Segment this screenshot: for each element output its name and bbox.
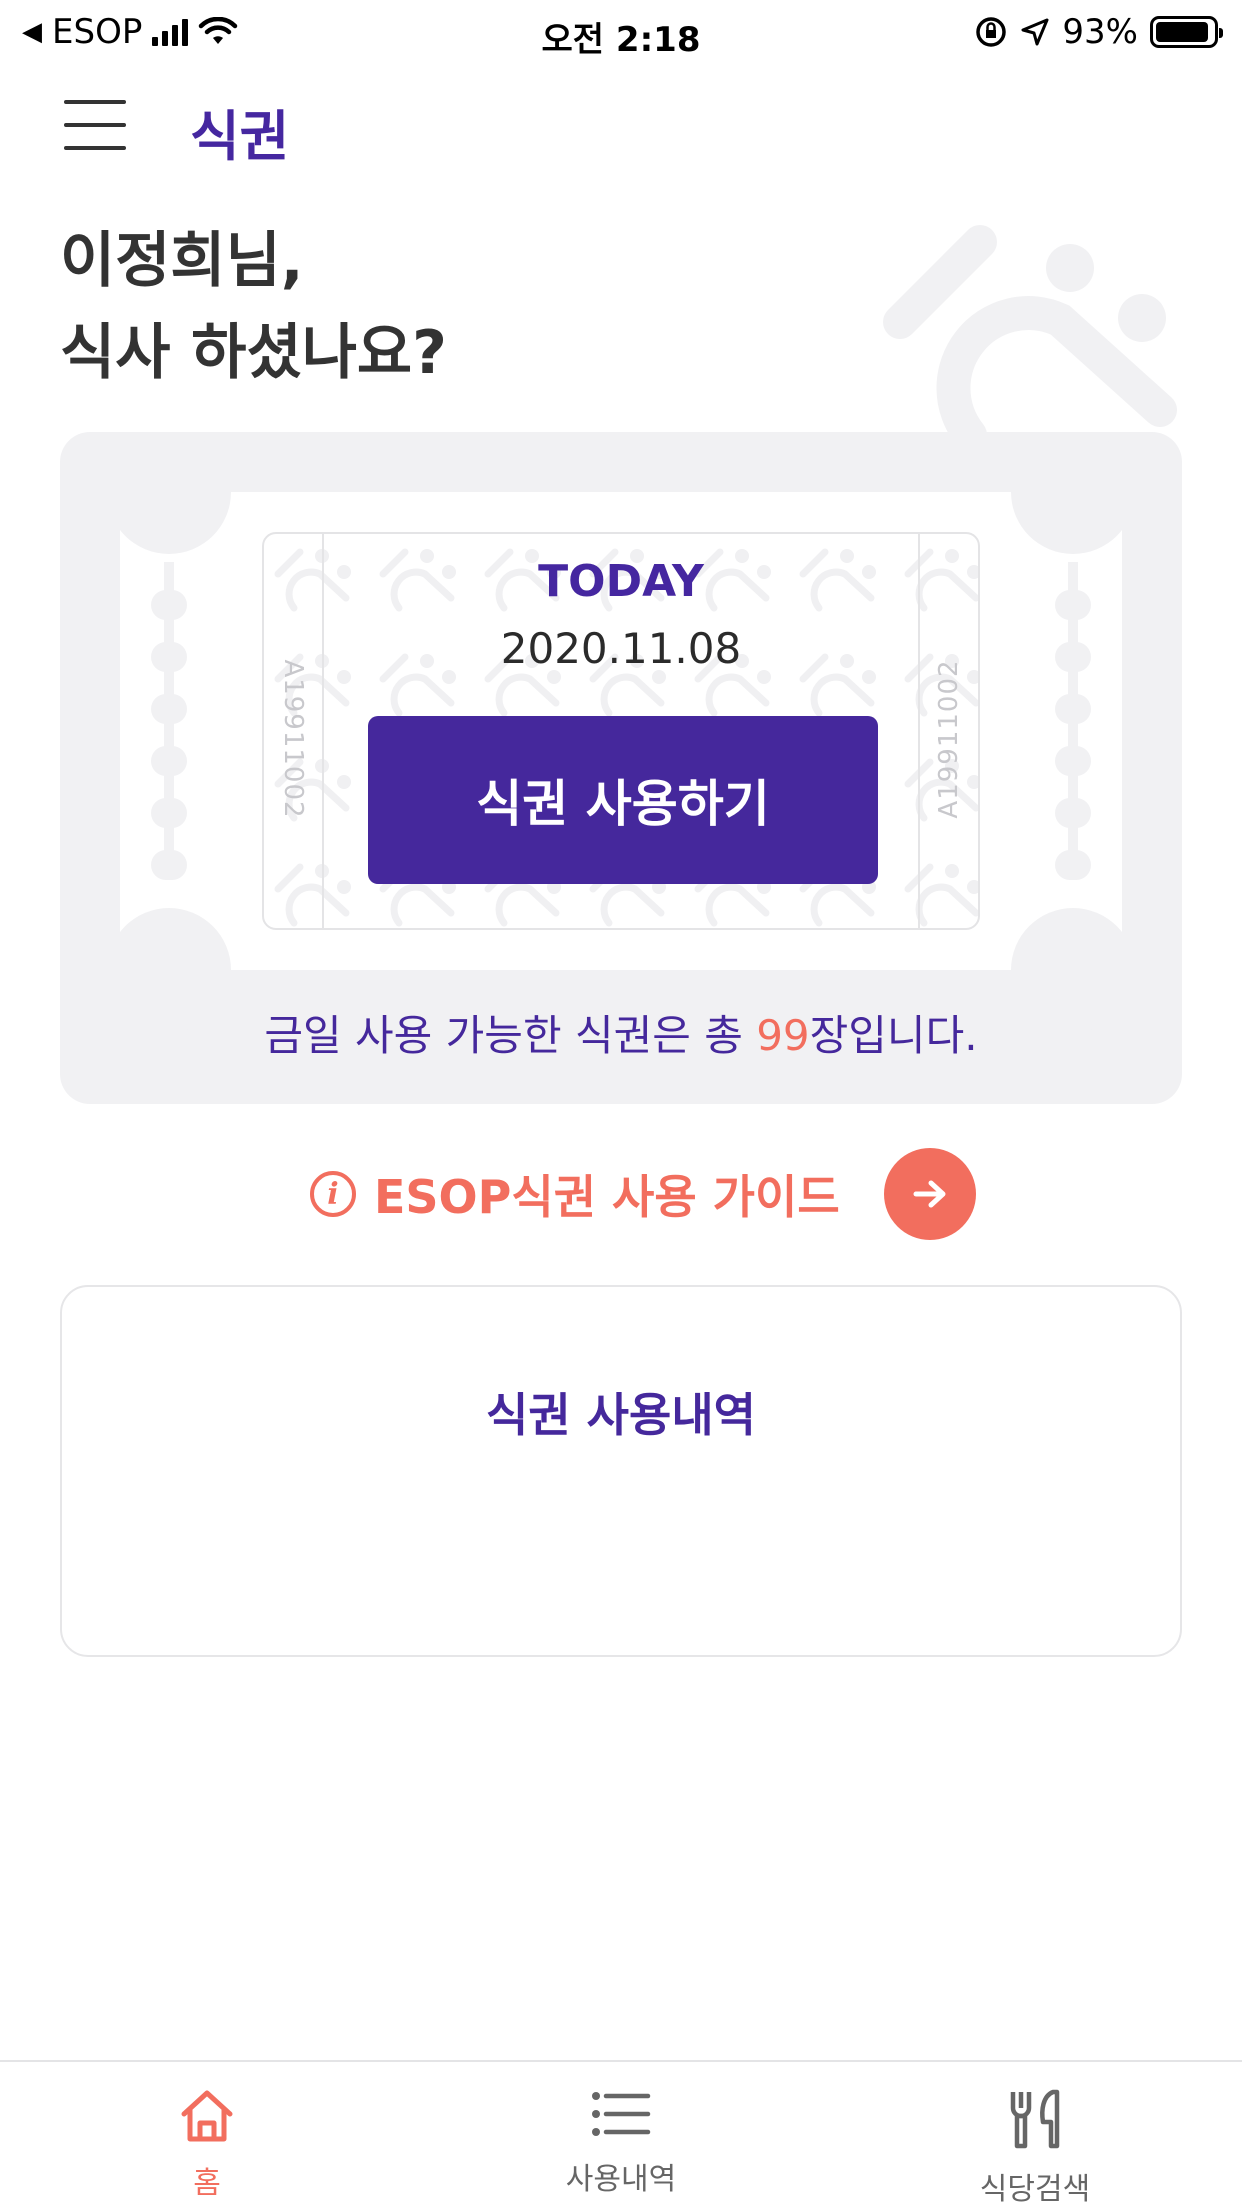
tab-home[interactable]: 홈 [0,2062,414,2208]
arrow-right-icon[interactable] [883,1148,976,1240]
greeting: 이정희님, 식사 하셨나요? [60,215,447,399]
list-icon [592,2092,651,2136]
orientation-lock-icon [976,17,1007,47]
ticket-right-band [1150,492,1182,970]
fork-knife-icon [1010,2089,1060,2149]
page-title: 식권 [190,105,290,168]
ticket-left-band [60,492,92,970]
ticket-notch-tr [1011,432,1135,554]
tab-home-label: 홈 [193,2166,221,2201]
usage-history-card[interactable]: 식권 사용내역 [60,1285,1182,1657]
tab-restaurant-search[interactable]: 식당검색 [828,2062,1242,2208]
status-right: 93% [974,12,1223,52]
app-header: 식권 [0,80,1242,170]
greeting-line-1: 이정희님, [60,226,304,296]
bottom-tab-bar: 홈 사용내역 식당검색 [0,2060,1242,2208]
meal-ticket-logo-watermark-icon [883,225,1177,440]
available-suffix: 장입니다. [809,1011,978,1060]
info-icon: i [310,1171,356,1217]
home-icon [181,2090,233,2142]
ticket-date: 2020.11.08 [500,624,742,673]
available-count: 99 [756,1011,810,1060]
location-arrow-icon [1021,18,1049,46]
available-prefix: 금일 사용 가능한 식권은 총 [264,1011,757,1060]
usage-guide-label: ESOP식권 사용 가이드 [374,1170,840,1224]
tab-usage-history-label: 사용내역 [565,2162,677,2197]
hamburger-icon[interactable] [64,100,126,150]
tab-usage-history[interactable]: 사용내역 [414,2062,828,2208]
status-bar: ◀ ESOP 오전 2:18 93% [0,0,1242,62]
today-label: TODAY [538,556,704,607]
usage-history-title: 식권 사용내역 [486,1388,756,1442]
tab-restaurant-search-label: 식당검색 [979,2172,1091,2207]
ticket-card: A19911002 A19911002 TODAY 2020.11.08 식권 … [60,432,1182,1104]
ticket-notch-tl [107,432,231,554]
usage-guide-link[interactable]: i ESOP식권 사용 가이드 [310,1148,976,1240]
battery-percent: 93% [1062,12,1138,52]
available-count-text: 금일 사용 가능한 식권은 총 99장입니다. [60,1002,1182,1063]
use-ticket-button[interactable]: 식권 사용하기 [368,716,878,884]
ticket-stub: A19911002 A19911002 TODAY 2020.11.08 식권 … [262,532,980,930]
battery-icon [1150,16,1223,48]
greeting-line-2: 식사 하셨나요? [60,318,447,388]
